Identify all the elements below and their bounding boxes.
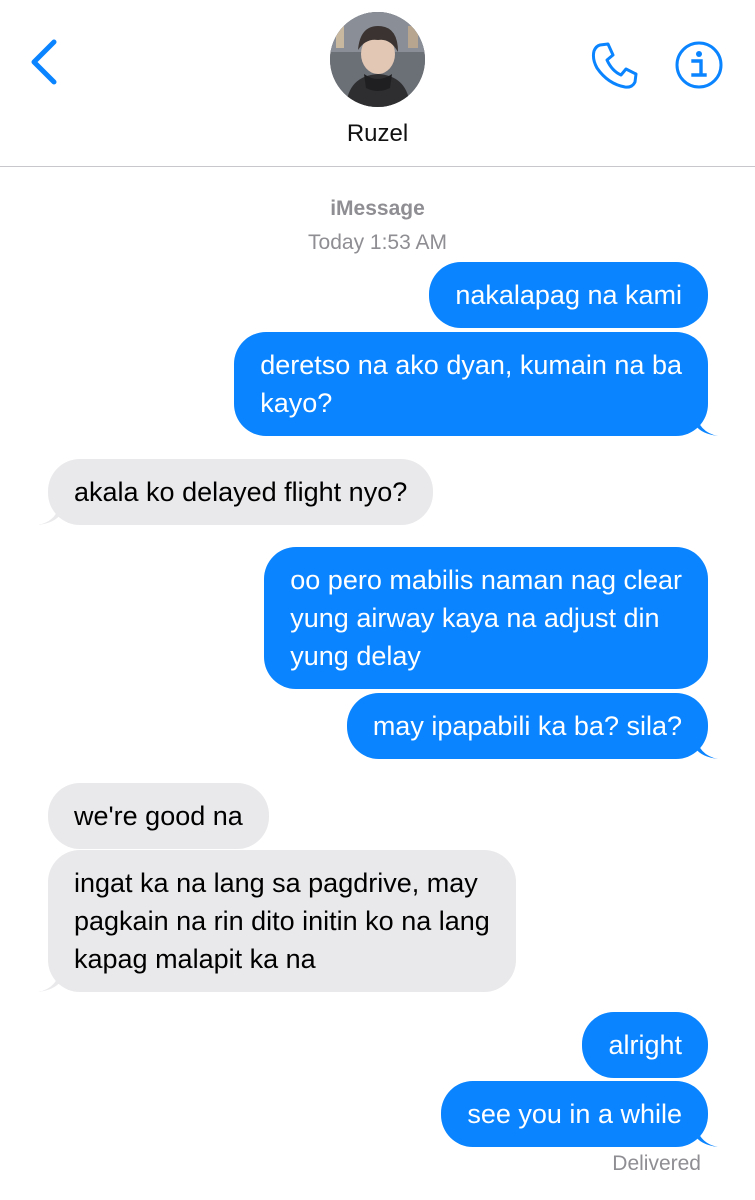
message-line: alright <box>608 1030 682 1060</box>
phone-icon <box>591 42 638 89</box>
sent-message[interactable]: nakalapag na kami <box>429 262 708 328</box>
message-line: deretso na ako dyan, kumain na ba <box>260 350 682 380</box>
message-line: oo pero mabilis naman nag clear <box>290 565 682 595</box>
received-message[interactable]: akala ko delayed flight nyo? <box>38 459 434 525</box>
chevron-left-icon <box>31 39 57 85</box>
avatar[interactable] <box>330 12 425 107</box>
message-line: yung delay <box>290 641 421 671</box>
conversation-header: Ruzel <box>0 0 755 167</box>
info-icon <box>675 41 723 89</box>
message-line: we're good na <box>74 801 243 831</box>
message-line: kapag malapit ka na <box>74 944 316 974</box>
bubble-tail <box>696 1123 718 1147</box>
message-line: pagkain na rin dito initin ko na lang <box>74 906 490 936</box>
message-line: may ipapabili ka ba? sila? <box>372 711 682 741</box>
message-line: see you in a while <box>467 1099 682 1129</box>
message-line: ingat ka na lang sa pagdrive, may <box>74 868 478 898</box>
received-message[interactable]: ingat ka na lang sa pagdrive, may pagkai… <box>38 850 516 992</box>
bubble-tail <box>696 735 718 759</box>
bubble-tail <box>696 412 718 436</box>
message-line: kayo? <box>260 388 333 418</box>
message-line: nakalapag na kami <box>455 280 682 310</box>
back-button[interactable] <box>26 38 66 88</box>
contact-photo <box>330 12 425 107</box>
sent-message[interactable]: deretso na ako dyan, kumain na ba kayo? <box>234 332 718 436</box>
received-message[interactable]: we're good na <box>48 783 269 849</box>
sent-message[interactable]: alright <box>582 1012 708 1078</box>
sent-message[interactable]: may ipapabili ka ba? sila? <box>346 693 718 759</box>
service-label: iMessage <box>330 197 425 220</box>
sent-message[interactable]: see you in a while <box>441 1081 718 1147</box>
call-button[interactable] <box>588 40 640 92</box>
bubble-tail <box>38 968 60 992</box>
message-line: akala ko delayed flight nyo? <box>74 477 408 507</box>
message-timestamp: Today 1:53 AM <box>308 231 447 254</box>
contact-name[interactable]: Ruzel <box>0 120 755 148</box>
bubble-tail <box>38 501 60 525</box>
delivery-status: Delivered <box>612 1152 701 1175</box>
message-line: yung airway kaya na adjust din <box>290 603 660 633</box>
info-button[interactable] <box>674 40 724 90</box>
sent-message[interactable]: oo pero mabilis naman nag clear yung air… <box>264 547 708 689</box>
